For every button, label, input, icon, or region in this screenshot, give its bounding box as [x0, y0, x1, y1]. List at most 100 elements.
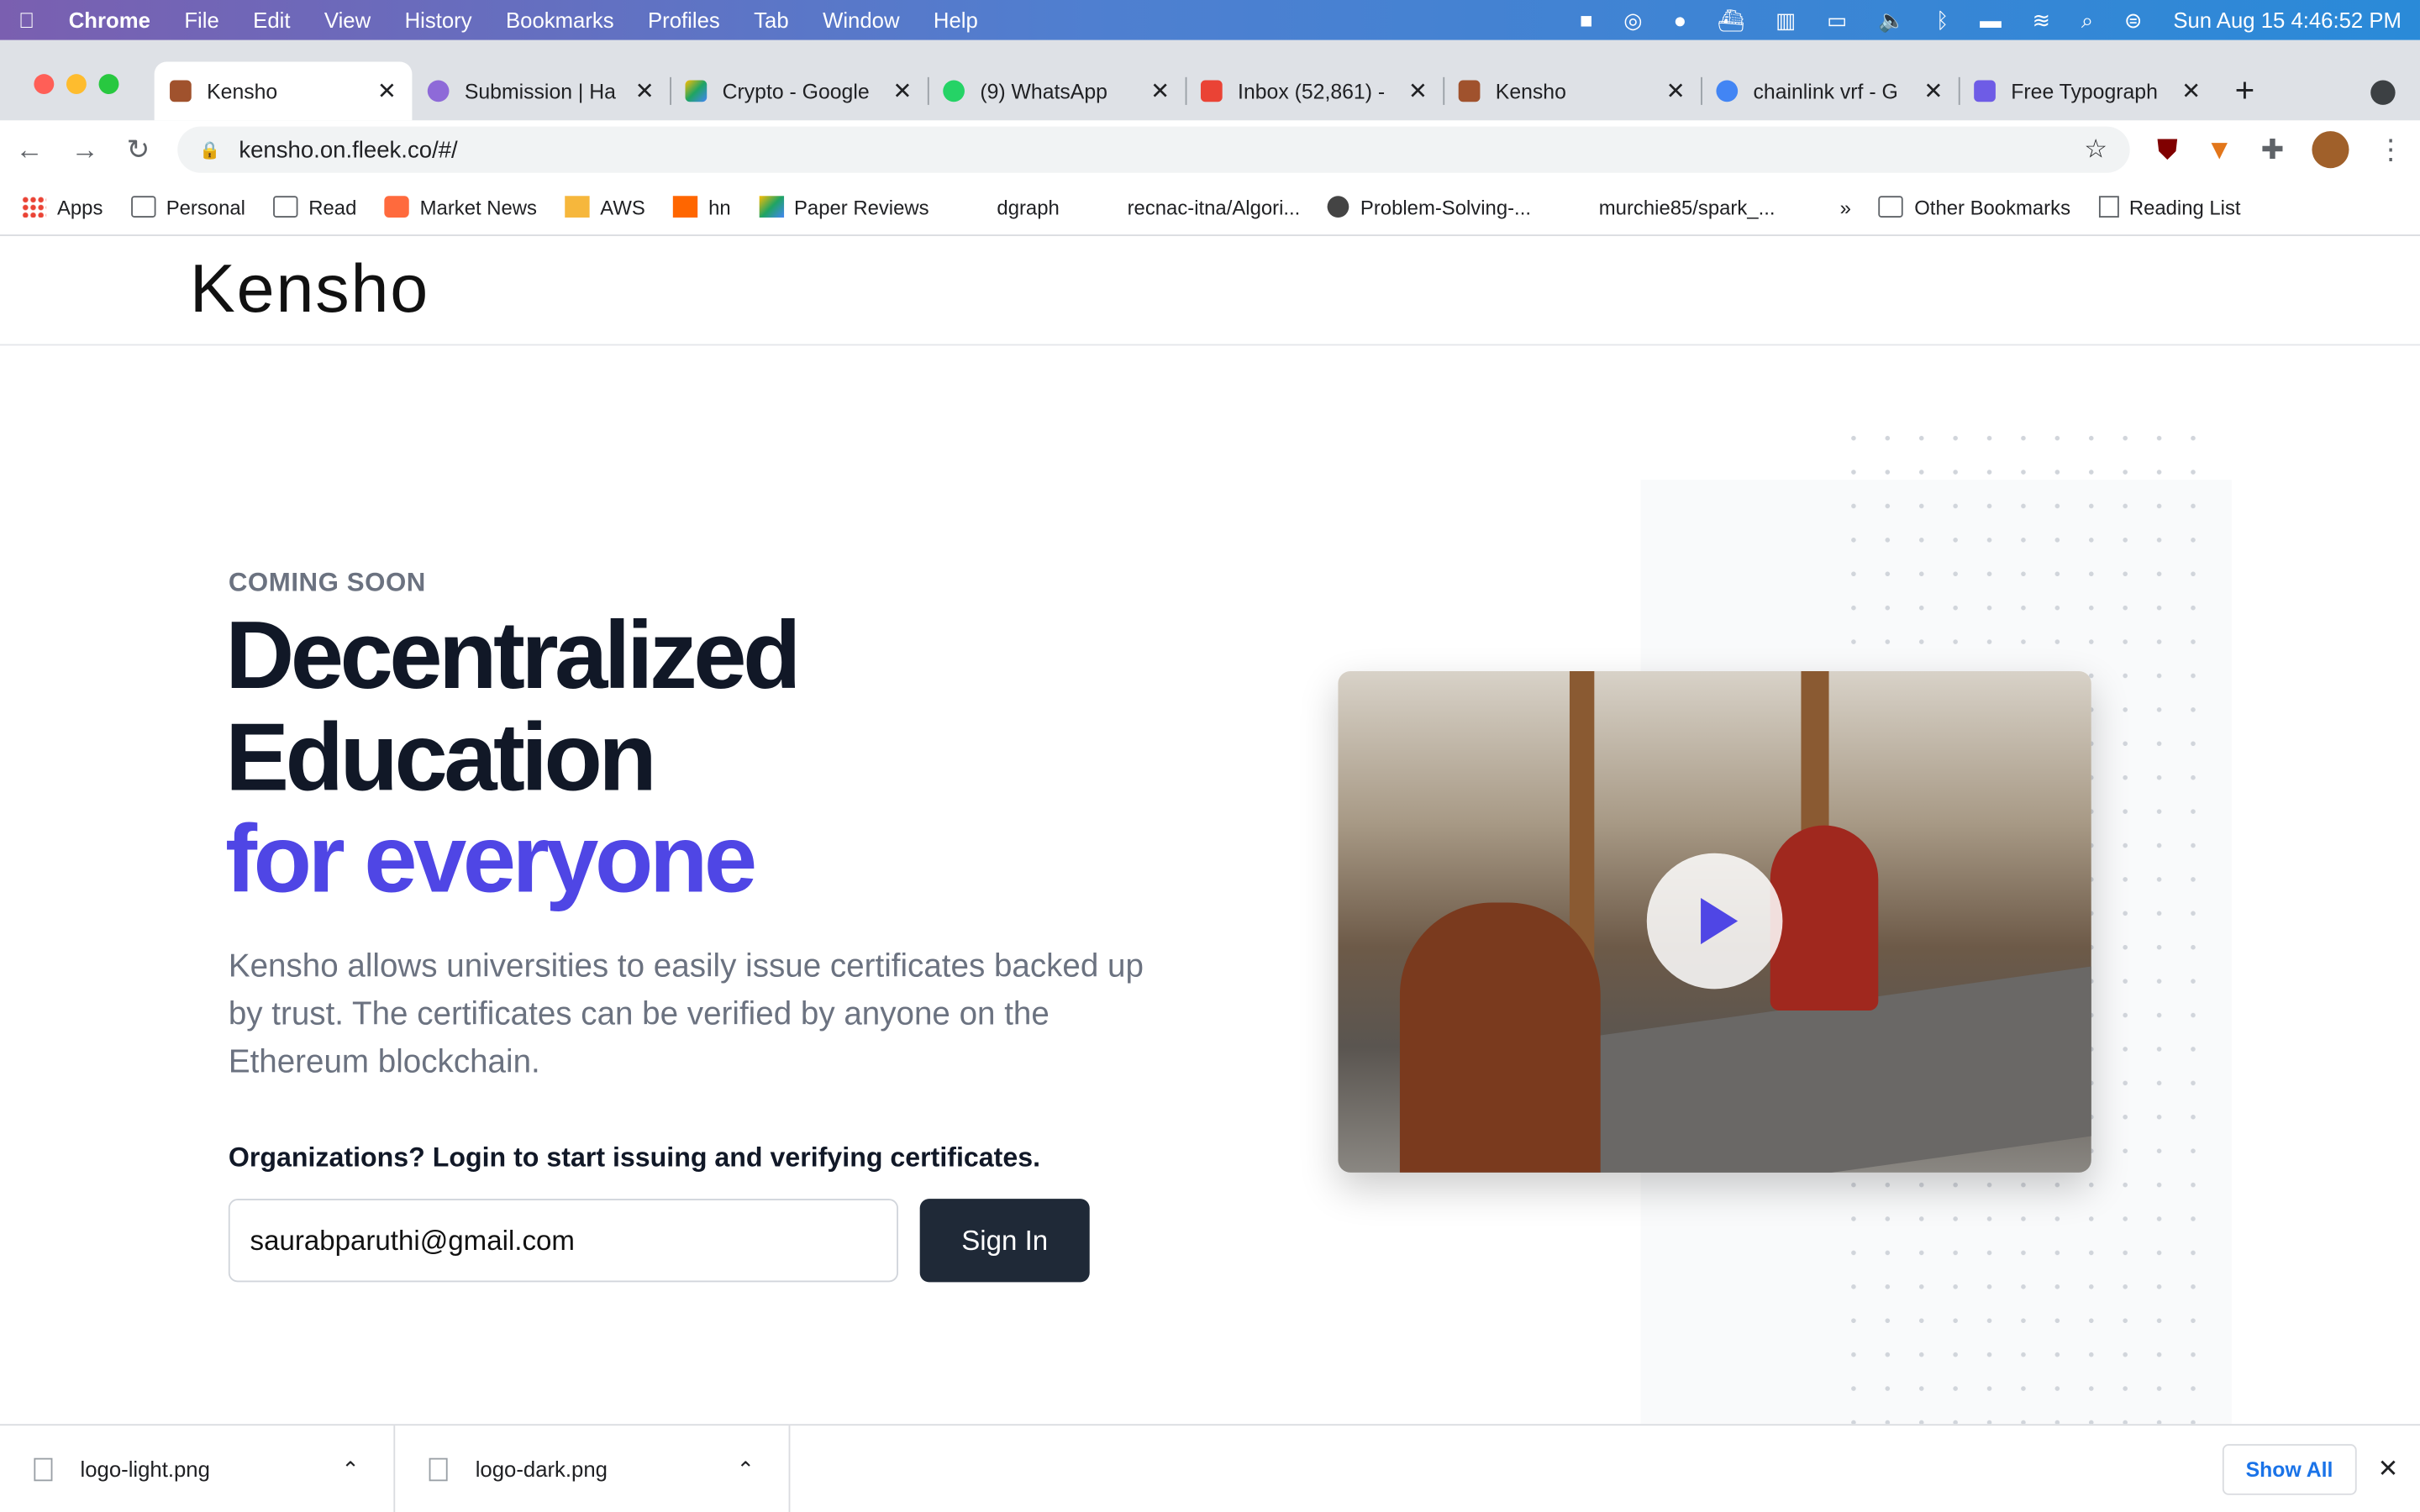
close-tab-icon[interactable]: ✕: [1408, 77, 1428, 105]
bluetooth-icon[interactable]: ᛒ: [1936, 8, 1949, 32]
github-icon: [1328, 196, 1350, 218]
close-tab-icon[interactable]: ✕: [2181, 77, 2201, 105]
hero-headline: Decentralized Education for everyone: [225, 603, 801, 912]
menu-app-name[interactable]: Chrome: [69, 8, 150, 32]
bookmark-apps[interactable]: Apps: [21, 195, 103, 218]
bookmark-hn[interactable]: hn: [672, 195, 731, 218]
bookmark-recnac[interactable]: recnac-itna/Algori...: [1128, 195, 1301, 218]
status-app-icon[interactable]: ◎: [1623, 7, 1642, 33]
tab-typography[interactable]: Free Typograph ✕: [1958, 61, 2217, 120]
eyebrow-text: COMING SOON: [228, 567, 426, 597]
volume-icon[interactable]: 🔈: [1878, 7, 1905, 33]
wifi-icon[interactable]: ≋: [2033, 7, 2051, 33]
menu-help[interactable]: Help: [934, 8, 978, 32]
close-tab-icon[interactable]: ✕: [377, 77, 397, 105]
reading-list-icon: [2098, 196, 2118, 218]
docker-icon[interactable]: ⛴: [1718, 7, 1745, 33]
scene-person: [1399, 902, 1601, 1173]
menu-edit[interactable]: Edit: [253, 8, 290, 32]
zoom-window-button[interactable]: [98, 74, 119, 95]
tab-kensho[interactable]: Kensho ✕: [154, 61, 413, 121]
tab-title: Inbox (52,861) -: [1238, 79, 1386, 103]
close-tab-icon[interactable]: ✕: [1150, 77, 1170, 105]
menu-tab[interactable]: Tab: [754, 8, 788, 32]
bookmark-star-icon[interactable]: ☆: [2084, 134, 2107, 165]
close-tab-icon[interactable]: ✕: [635, 77, 655, 105]
menu-file[interactable]: File: [184, 8, 218, 32]
sign-in-button[interactable]: Sign In: [919, 1199, 1090, 1283]
extensions-icon[interactable]: ✚: [2261, 134, 2285, 166]
forward-icon[interactable]: →: [71, 134, 98, 166]
macos-menubar:  Chrome File Edit View History Bookmark…: [0, 0, 2420, 40]
tab-chainlink[interactable]: chainlink vrf - G ✕: [1701, 61, 1959, 120]
bookmark-label: Problem-Solving-...: [1360, 195, 1531, 218]
tab-title: Kensho: [1495, 79, 1566, 103]
tab-title: chainlink vrf - G: [1753, 79, 1898, 103]
reload-icon[interactable]: ↻: [127, 134, 150, 166]
close-tab-icon[interactable]: ✕: [1923, 77, 1943, 105]
play-button[interactable]: [1646, 853, 1783, 990]
tab-search-icon[interactable]: [2370, 80, 2396, 105]
menu-profiles[interactable]: Profiles: [648, 8, 720, 32]
layout-icon[interactable]: ▥: [1776, 7, 1796, 33]
tab-whatsapp[interactable]: (9) WhatsApp ✕: [927, 61, 1186, 120]
video-thumbnail[interactable]: [1338, 670, 2091, 1173]
bookmark-dgraph[interactable]: dgraph: [997, 195, 1059, 218]
lock-icon[interactable]: 🔒: [199, 139, 220, 160]
download-filename: logo-dark.png: [475, 1456, 608, 1482]
bookmark-aws[interactable]: AWS: [565, 195, 645, 218]
zoom-icon[interactable]: ■: [1580, 8, 1593, 32]
show-all-button[interactable]: Show All: [2223, 1443, 2356, 1494]
tab-submission[interactable]: Submission | Ha ✕: [412, 61, 670, 120]
ublock-icon[interactable]: ⛊: [2157, 134, 2178, 166]
close-downloads-icon[interactable]: ✕: [2378, 1453, 2399, 1484]
close-window-button[interactable]: [34, 74, 55, 95]
file-icon: [34, 1457, 53, 1481]
bookmark-problem-solving[interactable]: Problem-Solving-...: [1328, 195, 1531, 218]
site-logo[interactable]: Kensho: [190, 251, 429, 328]
bookmark-murchie[interactable]: murchie85/spark_...: [1599, 195, 1776, 218]
menu-bookmarks[interactable]: Bookmarks: [506, 8, 614, 32]
apple-icon[interactable]: : [18, 8, 34, 32]
scene-person: [1770, 825, 1879, 1011]
play-icon: [1701, 897, 1739, 945]
chrome-menu-icon[interactable]: ⋮: [2377, 134, 2405, 166]
download-item[interactable]: logo-dark.png ⌃: [395, 1425, 791, 1512]
chevron-up-icon[interactable]: ⌃: [737, 1456, 755, 1482]
menu-window[interactable]: Window: [823, 8, 899, 32]
download-item[interactable]: logo-light.png ⌃: [0, 1425, 396, 1512]
clock[interactable]: Sun Aug 15 4:46:52 PM: [2173, 8, 2402, 32]
bookmarks-overflow-button[interactable]: »: [1840, 195, 1851, 218]
email-input[interactable]: [228, 1199, 898, 1283]
bookmark-personal[interactable]: Personal: [130, 195, 245, 218]
tab-kensho-2[interactable]: Kensho ✕: [1443, 61, 1701, 120]
bookmark-read[interactable]: Read: [273, 195, 356, 218]
new-tab-button[interactable]: +: [2235, 71, 2255, 111]
control-center-icon[interactable]: ⊜: [2124, 7, 2143, 33]
other-bookmarks[interactable]: Other Bookmarks: [1878, 195, 2070, 218]
metamask-icon[interactable]: ▼: [2206, 134, 2233, 166]
profile-avatar[interactable]: [2312, 131, 2349, 169]
close-tab-icon[interactable]: ✕: [892, 77, 912, 105]
battery-icon[interactable]: ▬: [1980, 8, 2002, 32]
spotlight-icon[interactable]: ⌕: [2081, 7, 2093, 33]
minimize-window-button[interactable]: [66, 74, 87, 95]
elephant-icon[interactable]: ●: [1673, 8, 1686, 32]
bookmark-paper-reviews[interactable]: Paper Reviews: [758, 195, 929, 218]
chevron-up-icon[interactable]: ⌃: [341, 1456, 360, 1482]
google-drive-icon: [758, 196, 784, 218]
tab-crypto[interactable]: Crypto - Google ✕: [670, 61, 928, 120]
url-text[interactable]: kensho.on.fleek.co/#/: [239, 137, 457, 163]
back-icon[interactable]: ←: [15, 134, 43, 166]
headline-line: Decentralized: [225, 603, 801, 710]
bookmark-label: Read: [308, 195, 357, 218]
address-bar[interactable]: 🔒 kensho.on.fleek.co/#/ ☆: [177, 126, 2129, 173]
tab-gmail[interactable]: Inbox (52,861) - ✕: [1185, 61, 1444, 120]
menu-view[interactable]: View: [324, 8, 371, 32]
close-tab-icon[interactable]: ✕: [1666, 77, 1686, 105]
bookmark-market-news[interactable]: Market News: [384, 195, 537, 218]
airplay-icon[interactable]: ▭: [1827, 7, 1847, 33]
menu-history[interactable]: History: [405, 8, 472, 32]
tab-favicon-icon: [1974, 80, 1996, 102]
reading-list[interactable]: Reading List: [2098, 195, 2241, 218]
